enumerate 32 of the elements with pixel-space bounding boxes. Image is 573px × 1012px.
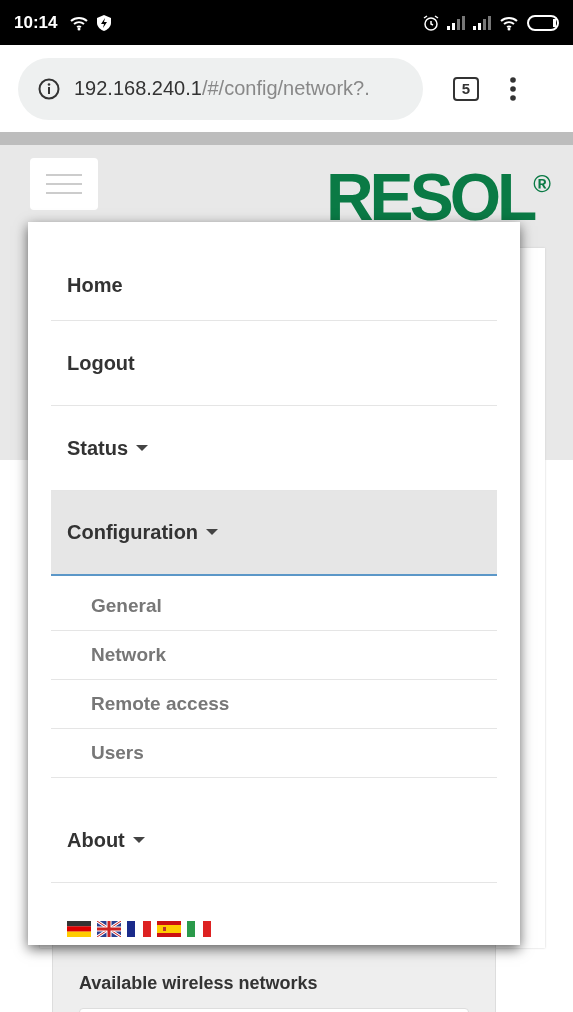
menu-item[interactable]: Configuration <box>51 491 497 576</box>
alarm-icon <box>423 14 439 31</box>
submenu-item[interactable]: Users <box>51 729 497 778</box>
shield-icon <box>97 14 112 31</box>
signal-icon <box>473 15 491 30</box>
spanish-flag-icon[interactable] <box>157 921 181 937</box>
menu-item[interactable]: About <box>51 798 497 883</box>
section-title: Available wireless networks <box>79 973 318 993</box>
signal-icon <box>447 15 465 30</box>
logo: RESOL$^{®}$ <box>325 159 551 227</box>
submenu-item[interactable]: Network <box>51 631 497 680</box>
menu-item[interactable]: Logout <box>51 321 497 406</box>
wifi-icon <box>69 14 90 31</box>
caret-icon <box>206 529 219 536</box>
menu-icon[interactable] <box>509 76 517 101</box>
french-flag-icon[interactable] <box>127 921 151 937</box>
menu-icon <box>46 173 82 195</box>
menu-item[interactable]: Home <box>51 250 497 321</box>
caret-icon <box>136 444 149 452</box>
submenu-item[interactable]: General <box>51 582 497 631</box>
caret-icon <box>132 836 145 844</box>
british-flag-icon[interactable] <box>97 921 121 937</box>
url-text: 192.168.240.1/#/config/network?. <box>74 77 370 100</box>
submenu-item[interactable]: Remote access <box>51 680 497 729</box>
address-bar[interactable]: 192.168.240.1/#/config/network?. <box>18 57 423 120</box>
battery-icon <box>527 14 561 31</box>
wifi-icon <box>499 14 519 31</box>
clock-time: 10:14 <box>14 12 58 33</box>
tab-count-button[interactable]: 5 <box>453 76 479 101</box>
german-flag-icon[interactable] <box>67 921 91 937</box>
italian-flag-icon[interactable] <box>187 921 211 937</box>
info-icon <box>38 77 60 100</box>
